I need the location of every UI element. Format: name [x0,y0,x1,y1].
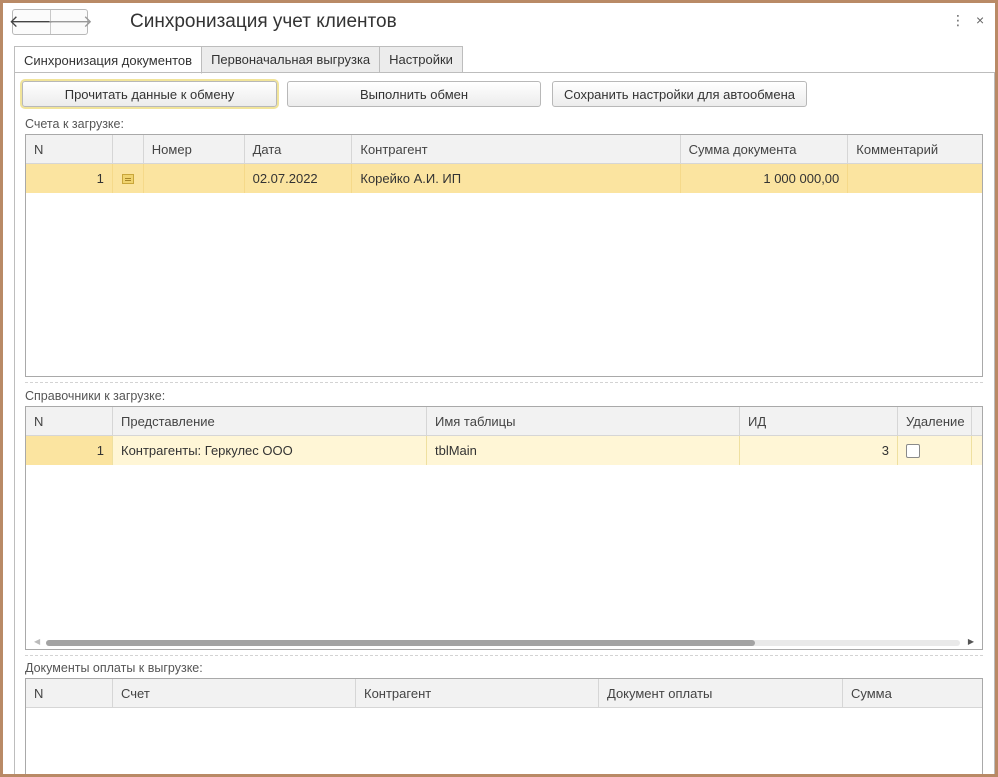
invoices-header: N Номер Дата Контрагент Сумма документа … [26,135,982,164]
tab-initial-export[interactable]: Первоначальная выгрузка [202,46,381,73]
cell-counterparty: Корейко А.И. ИП [352,164,681,193]
exchange-button[interactable]: Выполнить обмен [287,81,541,107]
back-arrow-icon[interactable]: 🡐 [9,10,54,34]
col-counterparty[interactable]: Контрагент [356,679,599,708]
close-icon[interactable]: × [976,12,984,28]
invoices-table[interactable]: N Номер Дата Контрагент Сумма документа … [25,134,983,377]
cell-icon [113,164,144,193]
divider [25,655,983,656]
save-settings-button[interactable]: Сохранить настройки для автообмена [552,81,807,107]
scroll-thumb[interactable] [46,640,755,646]
cell-comment [848,164,982,193]
table-row[interactable]: 1 02.07.2022 Корейко А.И. ИП 1 000 000,0… [26,164,982,193]
horizontal-scrollbar[interactable]: ◀ ▶ [26,635,982,649]
cell-amount: 1 000 000,00 [681,164,849,193]
col-invoice[interactable]: Счет [113,679,356,708]
col-id[interactable]: ИД [740,407,898,436]
col-n[interactable]: N [26,679,113,708]
more-icon[interactable]: ⋮ [951,12,965,29]
cell-table-name: tblMain [427,436,740,465]
col-comment[interactable]: Комментарий [848,135,982,164]
catalogs-header: N Представление Имя таблицы ИД Удаление [26,407,982,436]
cell-view: Контрагенты: Геркулес ООО [113,436,427,465]
navigation-buttons: 🡐 🡒 [9,9,93,35]
col-n[interactable]: N [26,135,113,164]
col-sum[interactable]: Сумма [843,679,982,708]
cell-date: 02.07.2022 [245,164,353,193]
document-icon [121,173,134,184]
forward-arrow-icon[interactable]: 🡒 [47,10,93,34]
scroll-right-icon[interactable]: ▶ [968,637,974,646]
cell-delete [898,436,972,465]
col-counterparty[interactable]: Контрагент [352,135,681,164]
col-view[interactable]: Представление [113,407,427,436]
tab-sync-documents[interactable]: Синхронизация документов [14,46,203,74]
catalogs-label: Справочники к загрузке: [25,389,166,403]
invoices-label: Счета к загрузке: [25,117,124,131]
col-date[interactable]: Дата [245,135,353,164]
payments-label: Документы оплаты к выгрузке: [25,661,203,675]
payments-table[interactable]: N Счет Контрагент Документ оплаты Сумма [25,678,983,774]
delete-checkbox[interactable] [906,443,920,458]
col-table-name[interactable]: Имя таблицы [427,407,740,436]
col-number[interactable]: Номер [144,135,245,164]
scroll-left-icon[interactable]: ◀ [34,637,40,646]
col-amount[interactable]: Сумма документа [681,135,849,164]
catalogs-table[interactable]: N Представление Имя таблицы ИД Удаление … [25,406,983,650]
tab-bar: Синхронизация документов Первоначальная … [14,46,463,74]
window-frame: 🡐 🡒 Синхронизация учет клиентов ⋮ × Синх… [0,0,998,777]
cell-number [144,164,245,193]
col-n[interactable]: N [26,407,113,436]
payments-header: N Счет Контрагент Документ оплаты Сумма [26,679,982,708]
col-icon[interactable] [113,135,144,164]
cell-n: 1 [26,436,113,465]
divider [25,382,983,383]
window-title: Синхронизация учет клиентов [130,11,397,32]
tab-settings[interactable]: Настройки [380,46,463,73]
table-row[interactable]: 1 Контрагенты: Геркулес ООО tblMain 3 [26,436,982,465]
cell-id: 3 [740,436,898,465]
read-data-button[interactable]: Прочитать данные к обмену [22,81,277,107]
cell-n: 1 [26,164,113,193]
col-delete[interactable]: Удаление [898,407,972,436]
col-payment-doc[interactable]: Документ оплаты [599,679,843,708]
